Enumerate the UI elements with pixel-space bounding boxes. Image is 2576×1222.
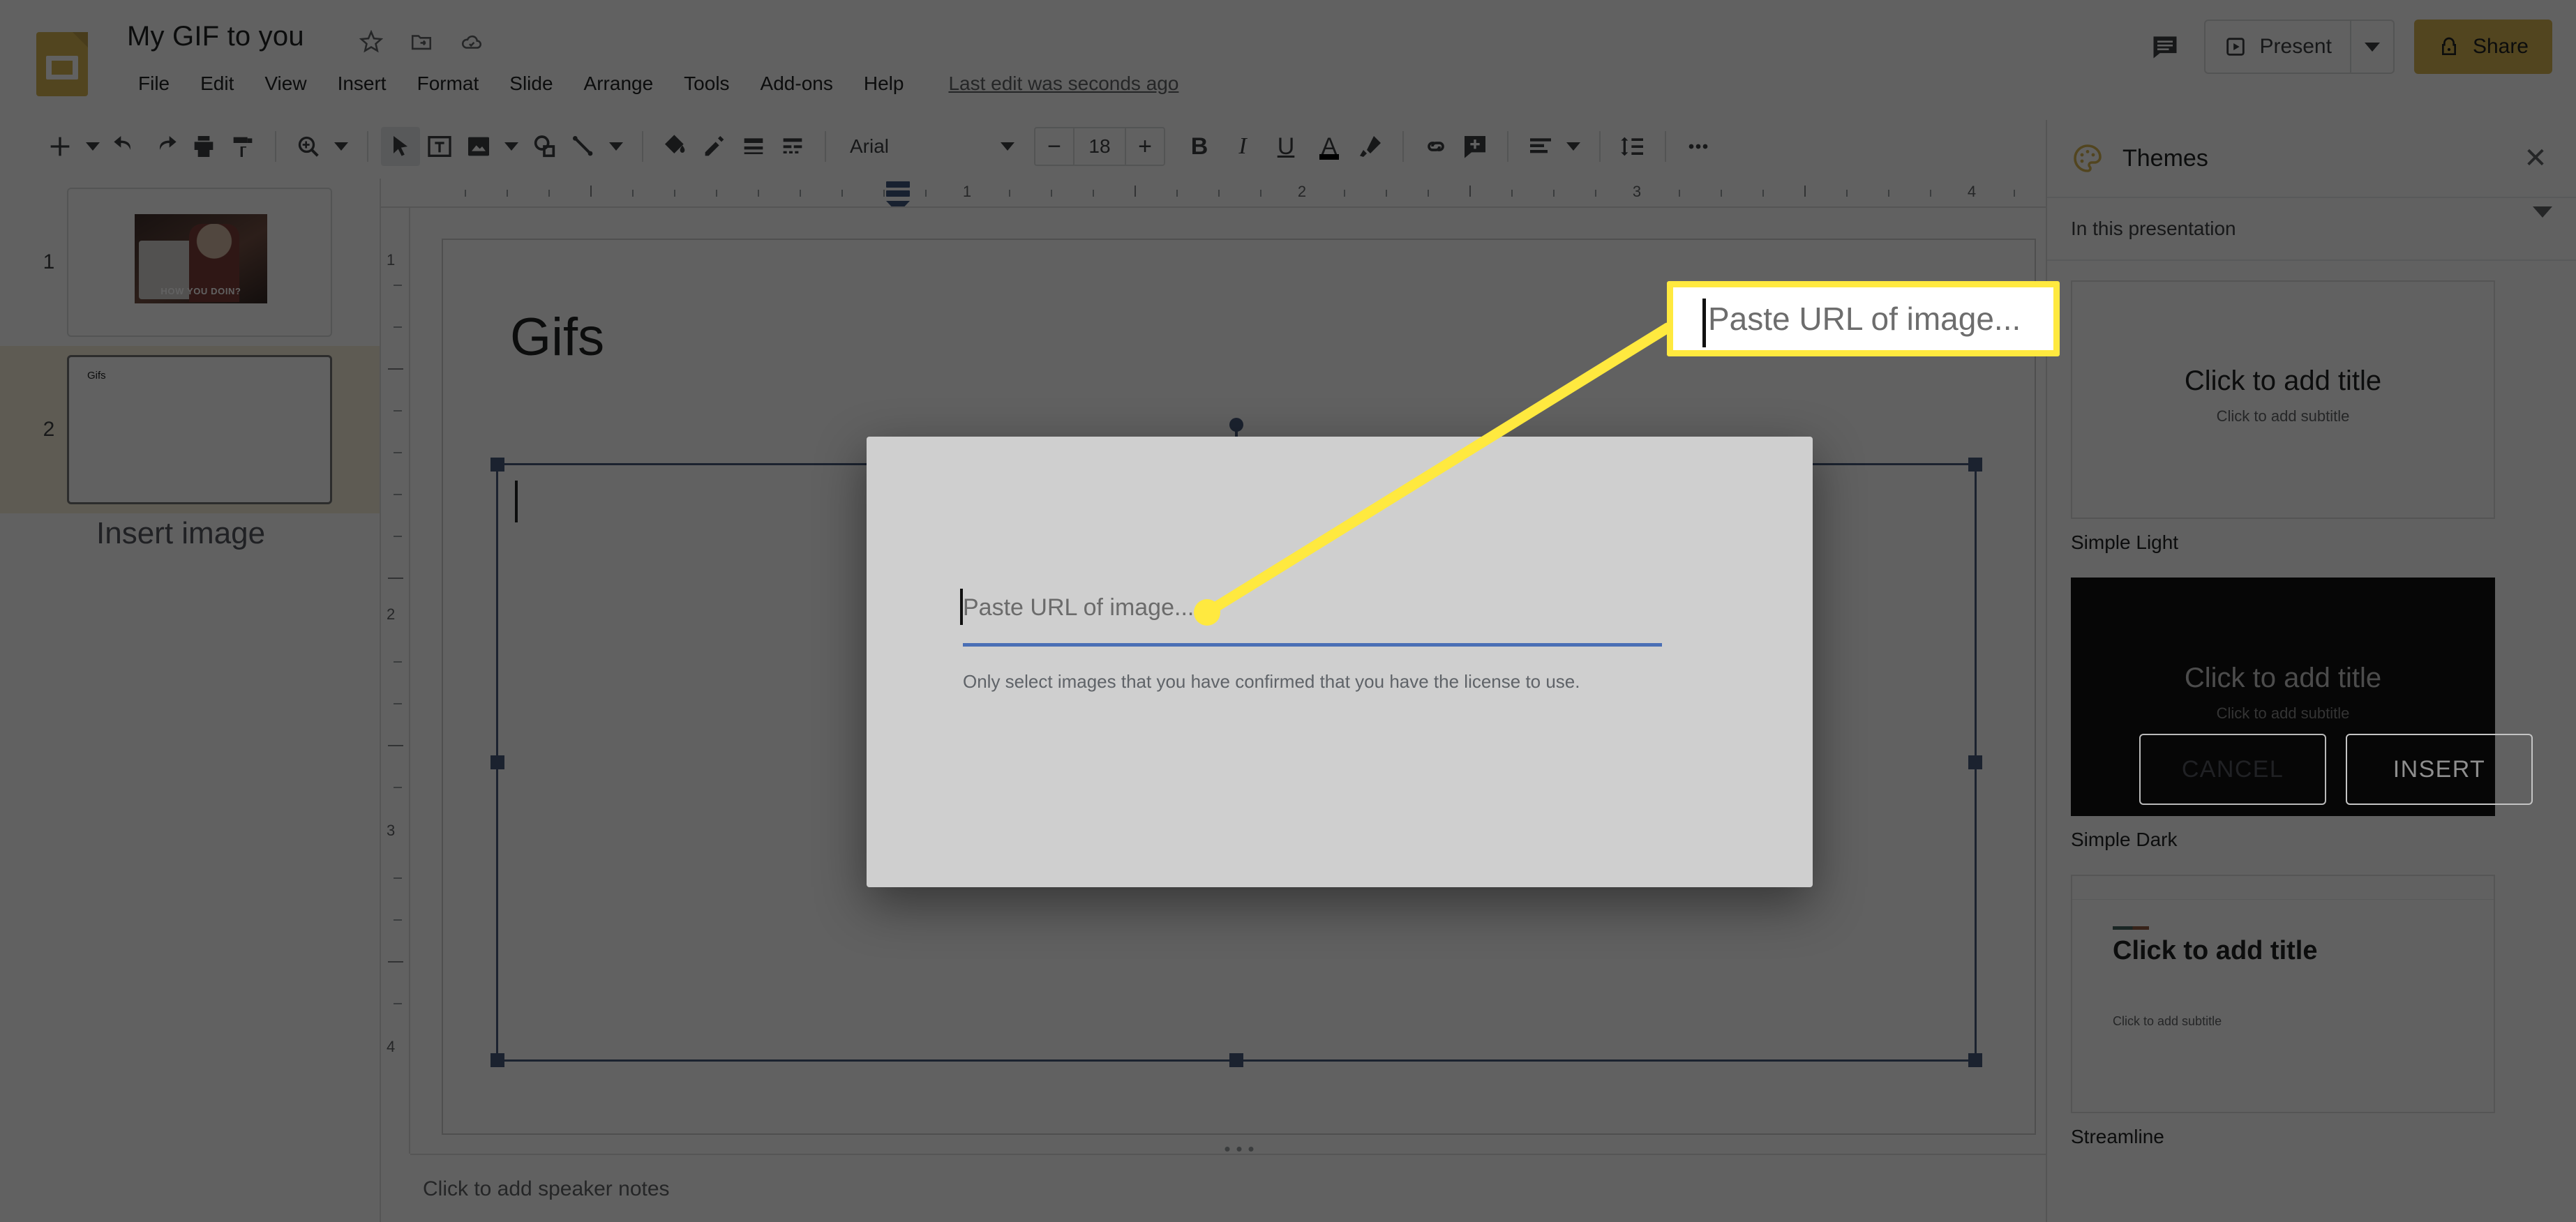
callout-text-cursor xyxy=(1702,299,1706,347)
dialog-title: Insert image xyxy=(96,516,266,550)
input-underline xyxy=(963,643,1662,647)
modal-layer: Insert image Paste URL of image... Only … xyxy=(0,0,2576,1222)
dialog-helper-text: Only select images that you have confirm… xyxy=(963,671,1580,692)
insert-image-dialog[interactable] xyxy=(867,437,1813,887)
image-url-placeholder: Paste URL of image... xyxy=(963,594,1195,621)
dialog-actions: CANCEL INSERT xyxy=(963,734,2533,805)
annotation-callout-box: Paste URL of image... xyxy=(1667,281,2060,356)
image-url-input[interactable]: Paste URL of image... xyxy=(960,589,1662,625)
callout-text: Paste URL of image... xyxy=(1708,301,2021,337)
insert-button: INSERT xyxy=(2346,734,2533,805)
input-text-cursor xyxy=(960,589,963,625)
cancel-button[interactable]: CANCEL xyxy=(2139,734,2326,805)
